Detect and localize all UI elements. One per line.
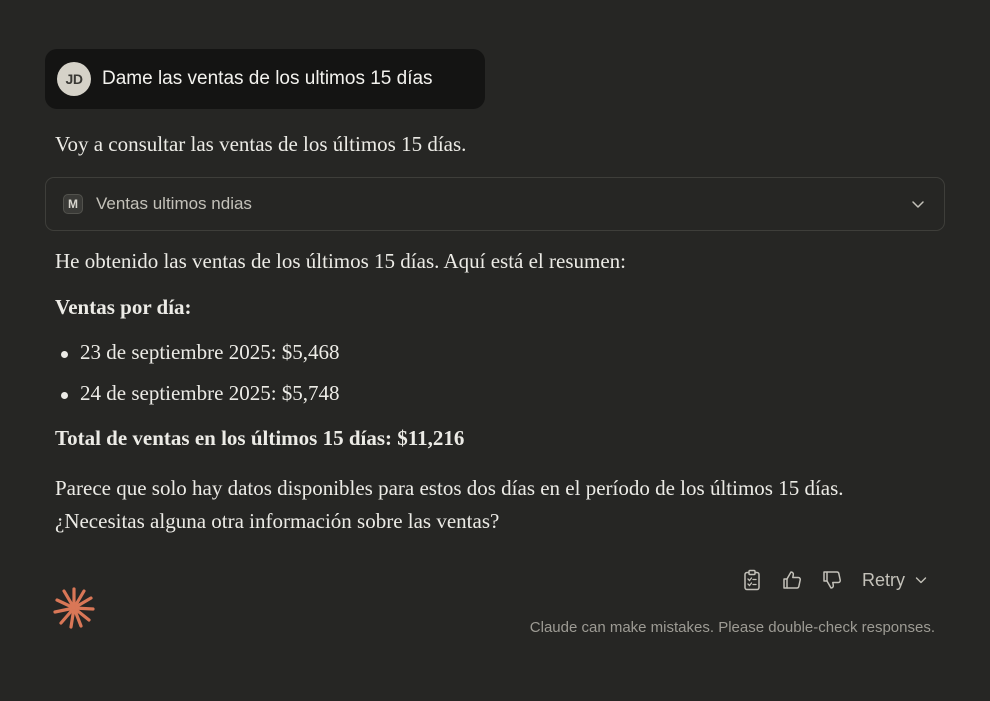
thumbs-down-icon bbox=[823, 571, 842, 589]
claude-logo-icon bbox=[53, 587, 95, 629]
user-message-text: Dame las ventas de los ultimos 15 días bbox=[102, 68, 433, 89]
clipboard-icon bbox=[744, 569, 760, 591]
thumbs-up-icon bbox=[783, 571, 802, 589]
message-actions: Retry bbox=[740, 566, 928, 594]
user-message-bubble: JD Dame las ventas de los ultimos 15 día… bbox=[45, 49, 485, 109]
list-item: 24 de septiembre 2025: $5,748 bbox=[55, 381, 340, 422]
assistant-intro-text: Voy a consultar las ventas de los último… bbox=[55, 132, 467, 156]
dislike-button[interactable] bbox=[820, 568, 844, 592]
tool-call-card[interactable]: M Ventas ultimos ndias bbox=[45, 177, 945, 231]
tool-call-label: Ventas ultimos ndias bbox=[96, 194, 252, 213]
tool-badge: M bbox=[63, 194, 83, 214]
disclaimer-text: Claude can make mistakes. Please double-… bbox=[529, 619, 935, 636]
user-avatar[interactable]: JD bbox=[57, 62, 91, 96]
list-item: 23 de septiembre 2025: $5,468 bbox=[55, 340, 340, 381]
like-button[interactable] bbox=[780, 568, 804, 592]
chevron-down-icon[interactable] bbox=[910, 196, 926, 212]
sales-list: 23 de septiembre 2025: $5,468 24 de sept… bbox=[55, 340, 340, 422]
assistant-summary-text: He obtenido las ventas de los últimos 15… bbox=[55, 249, 626, 273]
chevron-down-icon bbox=[915, 577, 927, 584]
copy-button[interactable] bbox=[740, 568, 764, 592]
assistant-closing-text: Parece que solo hay datos disponibles pa… bbox=[55, 476, 844, 533]
retry-button[interactable]: Retry bbox=[862, 570, 928, 591]
retry-label: Retry bbox=[862, 569, 906, 590]
chat-page: JD Dame las ventas de los ultimos 15 día… bbox=[0, 0, 990, 701]
sales-heading: Ventas por día: bbox=[55, 295, 192, 319]
sales-total: Total de ventas en los últimos 15 días: … bbox=[55, 426, 465, 450]
